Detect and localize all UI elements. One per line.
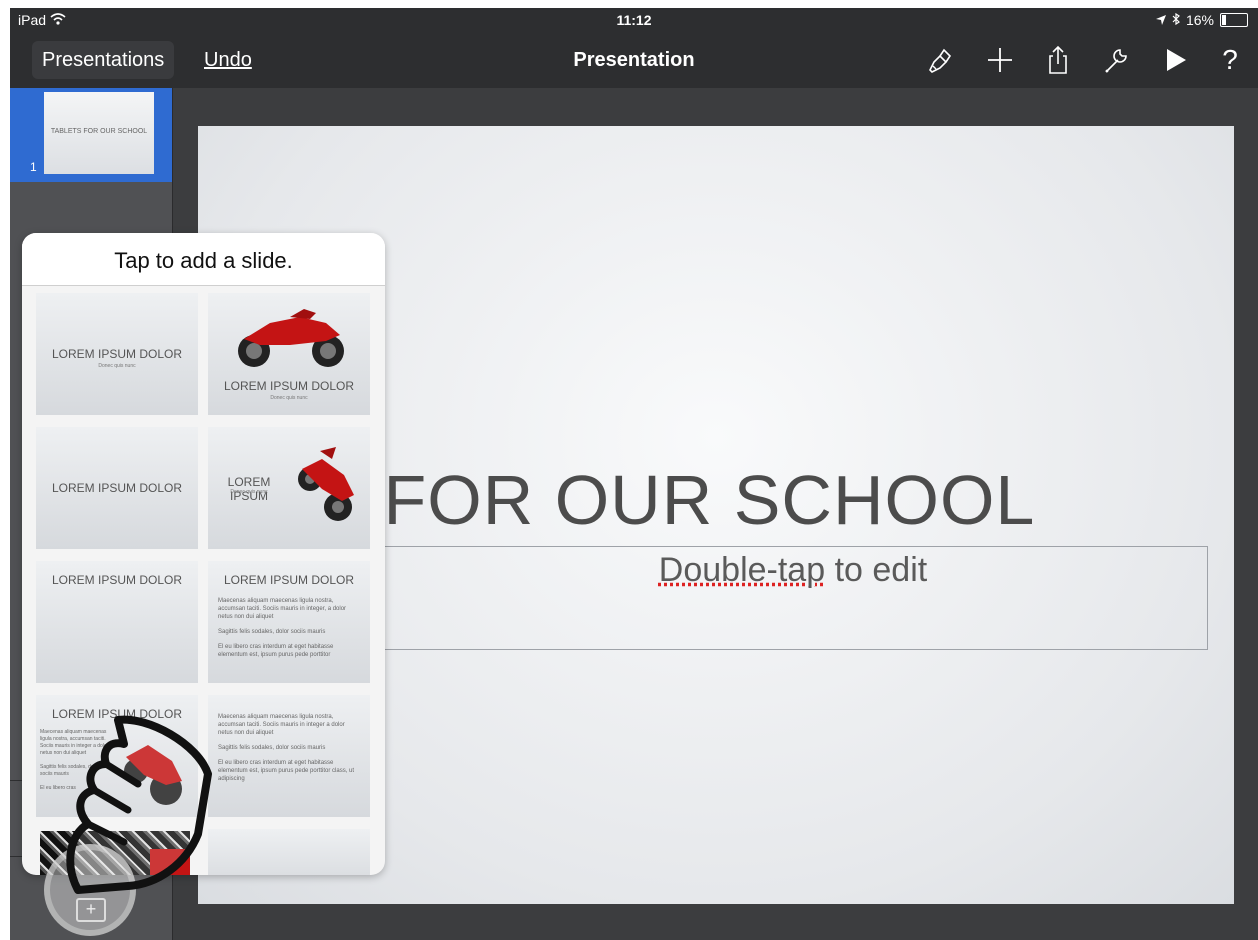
layout-title: LOREM IPSUM DOLOR — [51, 347, 183, 361]
layout-title: LOREM IPSUM DOLOR — [51, 481, 183, 495]
status-right: 16% — [1155, 12, 1248, 28]
share-icon[interactable] — [1042, 44, 1074, 76]
status-time: 11:12 — [616, 12, 652, 28]
subtitle-underlined-word: Double-tap — [658, 551, 826, 589]
layout-title: LOREM IPSUM DOLOR — [223, 379, 355, 393]
layout-title: LOREM IPSUM DOLOR — [223, 573, 355, 587]
battery-icon — [1220, 13, 1248, 27]
layout-subtitle: Donec quis nunc — [98, 363, 136, 369]
motorcycle-image — [298, 447, 354, 521]
layout-bullet: Maecenas aliquam maecenas ligula nostra,… — [218, 598, 347, 620]
undo-button[interactable]: Undo — [204, 41, 252, 79]
layout-bullet: Maecenas aliquam maecenas ligula nostra,… — [218, 714, 345, 736]
layout-bullets-only[interactable]: Maecenas aliquam maecenas ligula nostra,… — [208, 695, 370, 817]
slide-thumbnail-1[interactable]: TABLETS FOR OUR SCHOOL 1 — [10, 88, 172, 182]
layout-bullet: El eu libero cras interdum at eget habit… — [218, 644, 334, 658]
subtitle-placeholder[interactable]: Double-tap to edit — [378, 546, 1208, 650]
subtitle-rest: to edit — [825, 551, 928, 589]
toolbar: Presentations Undo Presentation ? — [10, 32, 1258, 88]
slide-thumbnail-preview: TABLETS FOR OUR SCHOOL — [44, 92, 154, 174]
layout-title-bullets[interactable]: LOREM IPSUM DOLOR Maecenas aliquam maece… — [208, 561, 370, 683]
play-icon[interactable] — [1160, 44, 1192, 76]
layout-bullet: Sagittis felis sodales, dolor sociis mau… — [218, 629, 326, 635]
plus-icon: + — [76, 898, 106, 922]
popover-title: Tap to add a slide. — [22, 233, 385, 286]
wrench-icon[interactable] — [1100, 44, 1132, 76]
plus-icon[interactable] — [984, 44, 1016, 76]
subtitle-text: Double-tap to edit — [379, 551, 1207, 590]
layout-bullet: El eu libero cras interdum at eget habit… — [218, 760, 355, 782]
layout-bullet: Sagittis felis sodales, dolor sociis mau… — [218, 745, 326, 751]
layout-title-subtitle[interactable]: LOREM IPSUM DOLOR Donec quis nunc — [36, 293, 198, 415]
layout-subtitle: Donec quis nunc — [270, 395, 308, 401]
pointing-hand-icon — [66, 715, 212, 894]
layout-title-photo[interactable]: LOREM IPSUM Donec quis nunc — [208, 427, 370, 549]
motorcycle-image — [238, 309, 344, 367]
layout-subtitle: Donec quis nunc — [230, 489, 268, 495]
layout-title: LOREM IPSUM DOLOR — [51, 573, 183, 587]
layout-title-top[interactable]: LOREM IPSUM DOLOR — [36, 561, 198, 683]
paintbrush-icon[interactable] — [922, 44, 954, 76]
status-bar: iPad 11:12 16% — [10, 8, 1258, 32]
slide-number: 1 — [30, 160, 37, 174]
layout-title-only[interactable]: LOREM IPSUM DOLOR — [36, 427, 198, 549]
layout-photo-title[interactable]: LOREM IPSUM DOLOR Donec quis nunc — [208, 293, 370, 415]
layout-blank-partial[interactable] — [208, 829, 370, 875]
help-icon[interactable]: ? — [1214, 44, 1246, 76]
layout-bullets: Maecenas aliquam maecenas ligula nostra,… — [218, 713, 360, 790]
layout-bullets: Maecenas aliquam maecenas ligula nostra,… — [218, 597, 360, 666]
bluetooth-icon — [1172, 12, 1180, 28]
presentations-button[interactable]: Presentations — [32, 41, 175, 79]
location-icon — [1155, 12, 1166, 28]
battery-percent: 16% — [1185, 12, 1214, 28]
keynote-screen: iPad 11:12 16% Presentations Undo Presen… — [10, 8, 1258, 940]
